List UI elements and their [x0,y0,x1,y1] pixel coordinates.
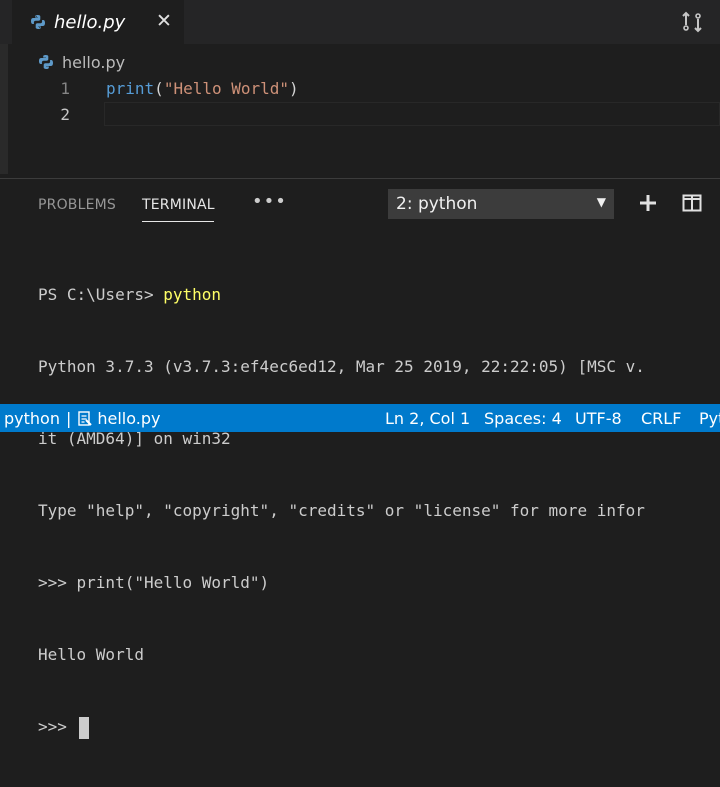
new-terminal-icon[interactable] [638,193,658,213]
terminal-line: Type "help", "copyright", "credits" or "… [38,501,645,520]
terminal-select[interactable]: 2: python ▼ [388,189,614,219]
tab-hello-py[interactable]: hello.py ✕ [12,0,184,44]
status-bar: python | hello.py Ln 2, Col 1 Spaces: 4 … [0,404,720,432]
token-paren-open: ( [154,79,164,98]
terminal-output[interactable]: PS C:\Users> python Python 3.7.3 (v3.7.3… [38,235,720,787]
python-file-icon [31,15,45,29]
line-number: 1 [60,79,70,98]
terminal-line: >>> [38,715,720,739]
status-separator: | [65,409,72,428]
terminal-line: >>> print("Hello World") [38,573,270,592]
status-cursor-position[interactable]: Ln 2, Col 1 [385,409,470,428]
split-terminal-icon[interactable] [682,193,702,213]
token-function: print [106,79,155,98]
status-file[interactable]: hello.py [97,409,160,428]
bottom-panel: PROBLEMS TERMINAL ••• 2: python ▼ PS C:\… [0,178,720,739]
status-eol[interactable]: CRLF [641,409,681,428]
more-icon[interactable]: ••• [252,191,287,212]
code-line: 1 print("Hello World") [8,76,720,102]
open-changes-icon[interactable] [680,10,704,34]
status-language-mode[interactable]: Pyt [699,409,720,428]
terminal-line: Hello World [38,645,144,664]
close-icon[interactable]: ✕ [152,9,176,33]
chevron-down-icon: ▼ [596,195,606,209]
code-line: 2 [8,102,720,128]
terminal-line: PS C:\Users> python [38,283,720,307]
code-editor[interactable]: 1 print("Hello World") 2 [8,76,720,176]
tab-problems[interactable]: PROBLEMS [38,197,116,213]
line-number: 2 [60,105,70,124]
editor-tab-bar: hello.py ✕ [0,0,720,44]
editor-gutter-strip [0,44,8,174]
token-paren-close: ) [289,79,299,98]
terminal-line: Python 3.7.3 (v3.7.3:ef4ec6ed12, Mar 25 … [38,357,645,376]
token-string: "Hello World" [163,79,290,98]
terminal-prompt: PS C:\Users> [38,285,164,304]
tab-label: hello.py [54,11,126,33]
tab-terminal[interactable]: TERMINAL [142,197,215,213]
file-icon [78,410,93,426]
breadcrumb-file: hello.py [62,52,126,72]
python-file-icon [39,55,53,69]
terminal-prompt: >>> [38,717,77,736]
status-encoding[interactable]: UTF-8 [575,409,622,428]
terminal-cursor [78,716,89,739]
breadcrumb[interactable]: hello.py [38,50,125,74]
status-language-file[interactable]: python | hello.py [4,409,160,428]
code-text: print("Hello World") [106,76,299,102]
status-indentation[interactable]: Spaces: 4 [484,409,562,428]
terminal-command: python [163,285,222,304]
status-language[interactable]: python [4,409,60,428]
active-tab-indicator [142,221,214,222]
terminal-select-value: 2: python [396,194,478,214]
